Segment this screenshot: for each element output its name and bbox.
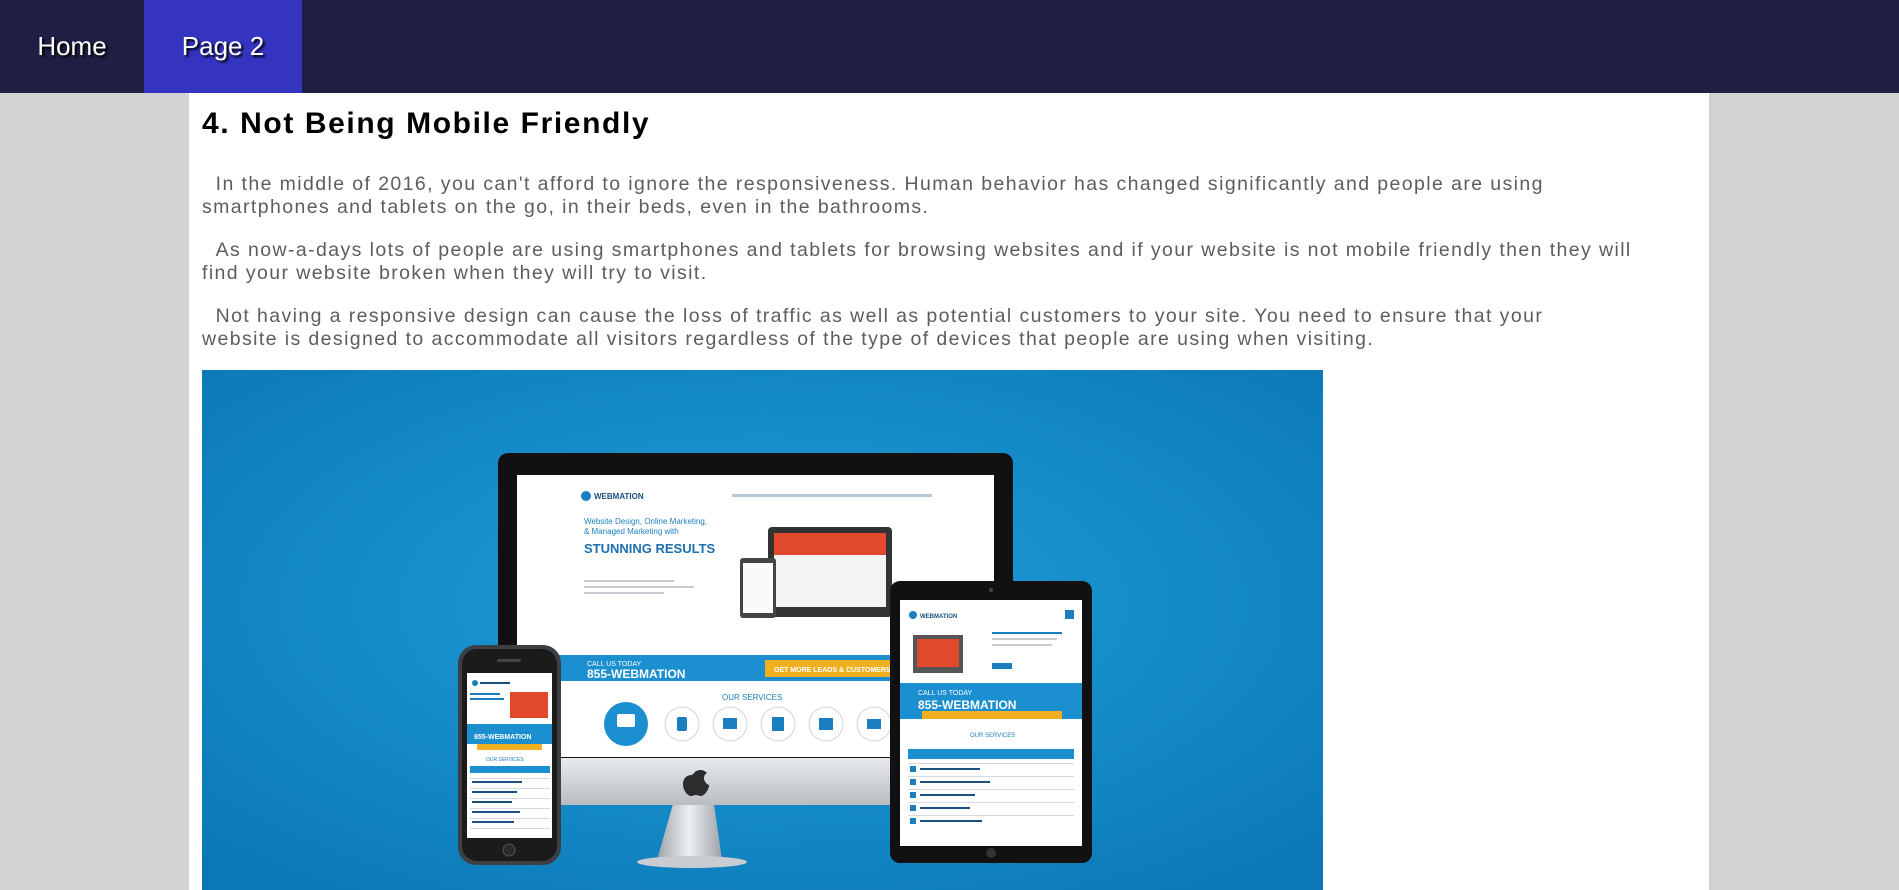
phone-device: 855-WEBMATION OUR SERVICES xyxy=(458,645,561,865)
svg-text:855-WEBMATION: 855-WEBMATION xyxy=(587,667,685,681)
svg-text:OUR SERVICES: OUR SERVICES xyxy=(970,733,1015,739)
svg-text:CALL US TODAY: CALL US TODAY xyxy=(918,690,973,697)
svg-text:OUR SERVICES: OUR SERVICES xyxy=(722,693,782,702)
article-paragraph-2: As now-a-days lots of people are using s… xyxy=(202,239,1639,284)
svg-text:STUNNING RESULTS: STUNNING RESULTS xyxy=(584,541,716,556)
svg-text:855-WEBMATION: 855-WEBMATION xyxy=(474,734,531,741)
nav-home-link[interactable]: Home xyxy=(0,0,144,93)
svg-text:Website Design, Online Marketi: Website Design, Online Marketing, xyxy=(584,517,707,526)
svg-text:GET MORE LEADS & CUSTOMERS: GET MORE LEADS & CUSTOMERS xyxy=(774,667,891,674)
tablet-device: WEBMATION CALL US TODAY 855-WEBMATION OU… xyxy=(890,581,1092,863)
svg-text:WEBMATION: WEBMATION xyxy=(594,492,644,501)
svg-text:855-WEBMATION: 855-WEBMATION xyxy=(918,698,1016,712)
top-navbar: Home Page 2 xyxy=(0,0,1899,93)
article-paragraph-3: Not having a responsive design can cause… xyxy=(202,305,1551,350)
svg-text:WEBMATION: WEBMATION xyxy=(920,614,957,620)
article-content: 4. Not Being Mobile Friendly In the midd… xyxy=(189,93,1709,890)
svg-text:OUR SERVICES: OUR SERVICES xyxy=(486,757,524,763)
article-heading: 4. Not Being Mobile Friendly xyxy=(202,107,651,140)
nav-page2-link[interactable]: Page 2 xyxy=(144,0,302,93)
svg-text:& Managed Marketing with: & Managed Marketing with xyxy=(584,527,679,536)
responsive-devices-image: WEBMATION Website Design, Online Marketi… xyxy=(202,370,1323,890)
article-paragraph-1: In the middle of 2016, you can't afford … xyxy=(202,173,1551,218)
